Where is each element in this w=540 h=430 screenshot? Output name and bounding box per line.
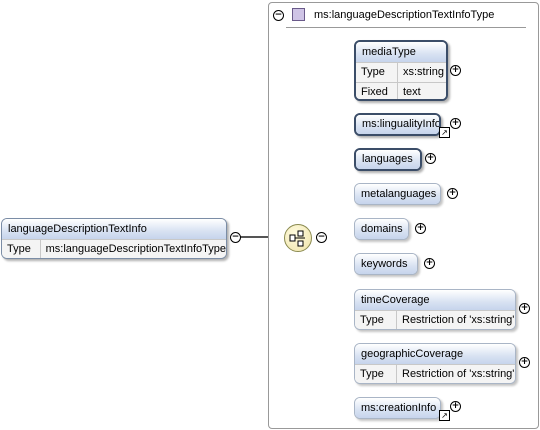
element-type-row: Type xs:string — [356, 62, 446, 82]
element-name: keywords — [355, 254, 417, 274]
element-name: languages — [356, 150, 420, 169]
element-name: mediaType — [356, 42, 446, 62]
root-element-type-label: Type — [2, 240, 41, 258]
element-type-value: xs:string — [403, 66, 444, 78]
element-type-value: Restriction of 'xs:string' — [402, 314, 515, 326]
element-fixed-row: Fixed text — [356, 82, 446, 99]
geographicCoverage-expand-button[interactable]: + — [519, 357, 530, 368]
root-element-collapse-button[interactable]: − — [230, 232, 241, 243]
element-languages[interactable]: languages — [354, 148, 422, 171]
type-panel-title: ms:languageDescriptionTextInfoType — [314, 9, 495, 21]
element-fixed-label: Fixed — [356, 83, 398, 99]
element-geographicCoverage[interactable]: geographicCoverage Type Restriction of '… — [354, 343, 516, 384]
element-lingualityInfo[interactable]: ms:lingualityInfo — [354, 113, 441, 136]
element-timeCoverage[interactable]: timeCoverage Type Restriction of 'xs:str… — [354, 289, 516, 330]
root-element-type-row: Type ms:languageDescriptionTextInfoType — [2, 239, 226, 258]
keywords-expand-button[interactable]: + — [424, 258, 435, 269]
lingualityInfo-expand-button[interactable]: + — [450, 118, 461, 129]
root-element-type-value: ms:languageDescriptionTextInfoType — [45, 243, 226, 255]
complex-type-icon — [292, 8, 305, 21]
element-domains[interactable]: domains — [354, 218, 409, 240]
timeCoverage-expand-button[interactable]: + — [519, 303, 530, 314]
element-name: geographicCoverage — [355, 344, 515, 364]
mediaType-expand-button[interactable]: + — [450, 65, 461, 76]
languages-expand-button[interactable]: + — [425, 153, 436, 164]
element-name: domains — [355, 219, 408, 239]
sequence-compositor-icon[interactable] — [284, 224, 312, 252]
reference-arrow-icon: ↗ — [439, 127, 450, 138]
domains-expand-button[interactable]: + — [415, 223, 426, 234]
element-type-value: Restriction of 'xs:string' — [402, 368, 515, 380]
type-panel-title-underline — [286, 27, 526, 28]
element-fixed-value: text — [403, 86, 421, 98]
element-name: ms:lingualityInfo — [356, 115, 439, 134]
element-creationInfo[interactable]: ms:creationInfo — [354, 397, 441, 419]
element-type-row: Type Restriction of 'xs:string' — [355, 364, 515, 383]
element-type-label: Type — [355, 365, 397, 383]
sequence-glyph — [289, 230, 305, 247]
element-name: metalanguages — [355, 184, 440, 204]
element-type-row: Type Restriction of 'xs:string' — [355, 310, 515, 329]
element-metalanguages[interactable]: metalanguages — [354, 183, 441, 205]
sequence-collapse-button[interactable]: − — [316, 232, 327, 243]
root-element-box[interactable]: languageDescriptionTextInfo Type ms:lang… — [1, 218, 227, 259]
element-name: ms:creationInfo — [355, 398, 440, 418]
element-name: timeCoverage — [355, 290, 515, 310]
reference-arrow-icon: ↗ — [439, 410, 450, 421]
metalanguages-expand-button[interactable]: + — [447, 188, 458, 199]
element-type-label: Type — [355, 311, 397, 329]
element-mediaType[interactable]: mediaType Type xs:string Fixed text — [354, 40, 448, 101]
element-type-label: Type — [356, 63, 398, 82]
element-keywords[interactable]: keywords — [354, 253, 418, 275]
root-element-name: languageDescriptionTextInfo — [2, 219, 226, 239]
type-panel-collapse-button[interactable]: − — [273, 10, 284, 21]
creationInfo-expand-button[interactable]: + — [450, 401, 461, 412]
